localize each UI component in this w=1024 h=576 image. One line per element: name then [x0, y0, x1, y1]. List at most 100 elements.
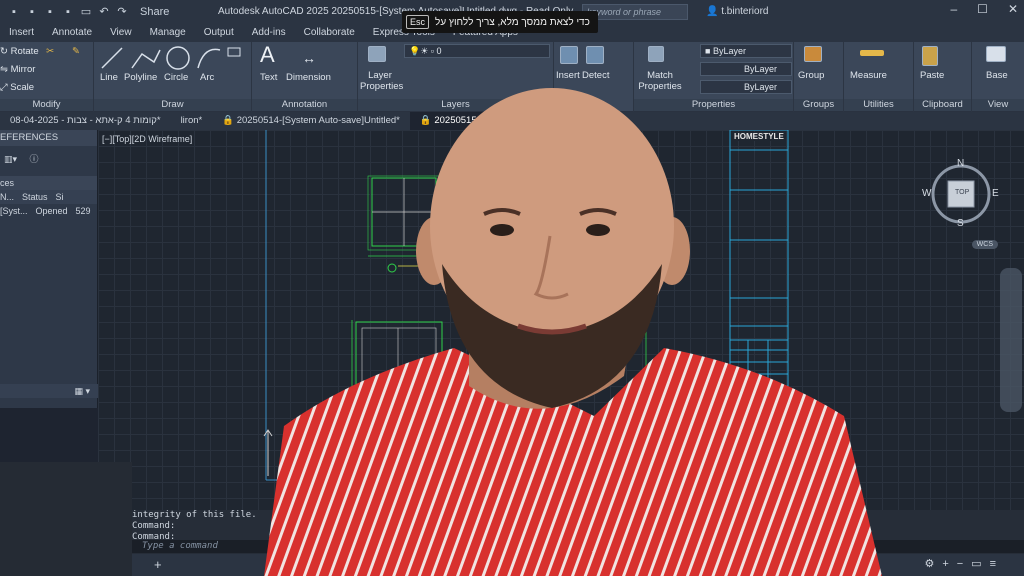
viewcube[interactable]: TOP N S E W [920, 158, 1002, 240]
current-layer-label: 0 [436, 46, 442, 56]
clipboard-panel-label[interactable]: Clipboard [914, 99, 971, 111]
base-icon [986, 46, 1006, 62]
tab-collaborate[interactable]: Collaborate [295, 24, 364, 42]
group-icon [804, 46, 822, 62]
modify-panel: ↻ Rotate ⇋ Mirror ⤢ Scale ✂ ✎ Modify [0, 42, 94, 112]
xref-status: Opened [35, 206, 68, 216]
close-icon[interactable]: ✕ [1008, 2, 1018, 16]
line-button[interactable]: Line [100, 72, 118, 83]
window-controls: – ☐ ✕ [950, 2, 1018, 16]
dimension-button[interactable]: Dimension [286, 72, 331, 83]
measure-icon [860, 50, 884, 56]
mirror-button[interactable]: ⇋ Mirror [0, 64, 35, 75]
scale-label: Scale [10, 82, 35, 93]
erase-icon[interactable]: ✎ [72, 46, 80, 57]
linetype-dropdown[interactable]: ByLayer [700, 62, 792, 76]
table-row[interactable]: [Syst... Opened 529 [0, 204, 97, 218]
tab-annotate[interactable]: Annotate [43, 24, 101, 42]
share-button[interactable]: Share [140, 6, 169, 18]
details-toolbar[interactable]: ▦ ▾ [0, 384, 98, 398]
mirror-label: Mirror [10, 64, 36, 75]
circle-button[interactable]: Circle [164, 72, 188, 83]
base-button[interactable]: Base [986, 70, 1008, 81]
status-tools[interactable]: ⚙+−▭≡ [924, 557, 1004, 570]
xref-name: [Syst... [0, 206, 28, 216]
search-input[interactable]: keyword or phrase [582, 4, 688, 20]
webcam-presenter [264, 88, 882, 576]
group-button[interactable]: Group [798, 70, 824, 81]
help-icon[interactable]: ⓘ [30, 154, 39, 164]
dimension-icon: ↔ [302, 50, 316, 66]
save-icon[interactable]: ▪ [8, 6, 20, 18]
col-name[interactable]: N... [0, 190, 14, 204]
modify-panel-label[interactable]: Modify [0, 99, 93, 111]
compass-west[interactable]: W [922, 188, 931, 199]
palette-toolbar: ▥▾ ⓘ [0, 146, 97, 176]
clipboard-panel: Paste Clipboard [914, 42, 972, 112]
compass-north[interactable]: N [957, 158, 964, 169]
layer-properties-icon [368, 46, 386, 62]
palette-column-headers: N... Status Si [0, 190, 97, 204]
insert-button[interactable]: Insert [556, 70, 580, 81]
color-dropdown[interactable]: ■ ByLayer [700, 44, 792, 58]
match-properties-icon [648, 46, 664, 62]
rotate-label: Rotate [10, 46, 39, 57]
compass-east[interactable]: E [992, 188, 999, 199]
redo-icon[interactable]: ↷ [116, 6, 128, 18]
print-icon[interactable]: ▭ [80, 6, 92, 18]
col-size[interactable]: Si [56, 190, 64, 204]
draw-panel-label[interactable]: Draw [94, 99, 251, 111]
detect-icon [586, 46, 604, 64]
palette-title: EFERENCES [0, 130, 97, 146]
viewcube-top-label[interactable]: TOP [955, 189, 969, 196]
view-panel: Base View [972, 42, 1024, 112]
tab-insert[interactable]: Insert [0, 24, 43, 42]
paste-icon [922, 46, 938, 66]
tab-manage[interactable]: Manage [141, 24, 195, 42]
fullscreen-hint-text: כדי לצאת ממסך מלא, צריך ללחוץ על [435, 16, 590, 28]
compass-south[interactable]: S [957, 218, 964, 229]
text-icon: A [260, 42, 275, 67]
doc-tab-1[interactable]: 08-04-2025 - קומות 4 ק-אתא - צבות* [0, 112, 171, 130]
draw-panel: Line Polyline Circle Arc Draw [94, 42, 252, 112]
tab-addins[interactable]: Add-ins [243, 24, 295, 42]
trim-icon[interactable]: ✂ [46, 46, 54, 57]
linetype-bylayer: ByLayer [743, 64, 777, 74]
doc-tab-2[interactable]: liron* [171, 112, 213, 130]
minimize-icon[interactable]: – [950, 2, 957, 16]
paste-button[interactable]: Paste [920, 70, 944, 81]
detect-button[interactable]: Detect [582, 70, 609, 81]
maximize-icon[interactable]: ☐ [977, 2, 988, 16]
tab-view[interactable]: View [101, 24, 141, 42]
col-status[interactable]: Status [22, 190, 48, 204]
left-dark-panel [0, 462, 132, 576]
measure-button[interactable]: Measure [850, 70, 887, 81]
add-layout-icon[interactable]: + [154, 557, 162, 572]
polyline-button[interactable]: Polyline [124, 72, 157, 83]
fullscreen-exit-banner: Esc כדי לצאת ממסך מלא, צריך ללחוץ על [402, 11, 598, 33]
quick-access-toolbar: ▪ ▪ ▪ ▪ ▭ ↶ ↷ Share [0, 6, 169, 18]
share-label: Share [140, 6, 170, 18]
undo-icon[interactable]: ↶ [98, 6, 110, 18]
xref-size: 529 [75, 206, 91, 216]
scale-button[interactable]: ⤢ Scale [0, 82, 34, 93]
attach-icon[interactable]: ▥▾ [4, 154, 17, 164]
insert-icon [560, 46, 578, 64]
plot-icon[interactable]: ▪ [62, 6, 74, 18]
wcs-menu[interactable]: WCS [971, 240, 998, 249]
rotate-button[interactable]: ↻ Rotate [0, 46, 39, 57]
open-icon[interactable]: ▪ [44, 6, 56, 18]
arc-button[interactable]: Arc [200, 72, 214, 83]
user-name: t.binteriord [721, 6, 769, 17]
navigation-bar[interactable] [1000, 268, 1022, 412]
text-button[interactable]: Text [260, 72, 277, 83]
view-panel-label[interactable]: View [972, 99, 1024, 111]
external-references-palette: EFERENCES ▥▾ ⓘ ces N... Status Si [Syst.… [0, 130, 98, 408]
layer-dropdown[interactable]: 💡☀ ▫ 0 [404, 44, 550, 58]
esc-key-hint: Esc [406, 15, 430, 29]
palette-section-header: ces [0, 176, 97, 190]
tab-output[interactable]: Output [195, 24, 243, 42]
user-account[interactable]: 👤 t.binteriord [706, 6, 768, 17]
color-bylayer: ByLayer [712, 46, 746, 56]
save-as-icon[interactable]: ▪ [26, 6, 38, 18]
